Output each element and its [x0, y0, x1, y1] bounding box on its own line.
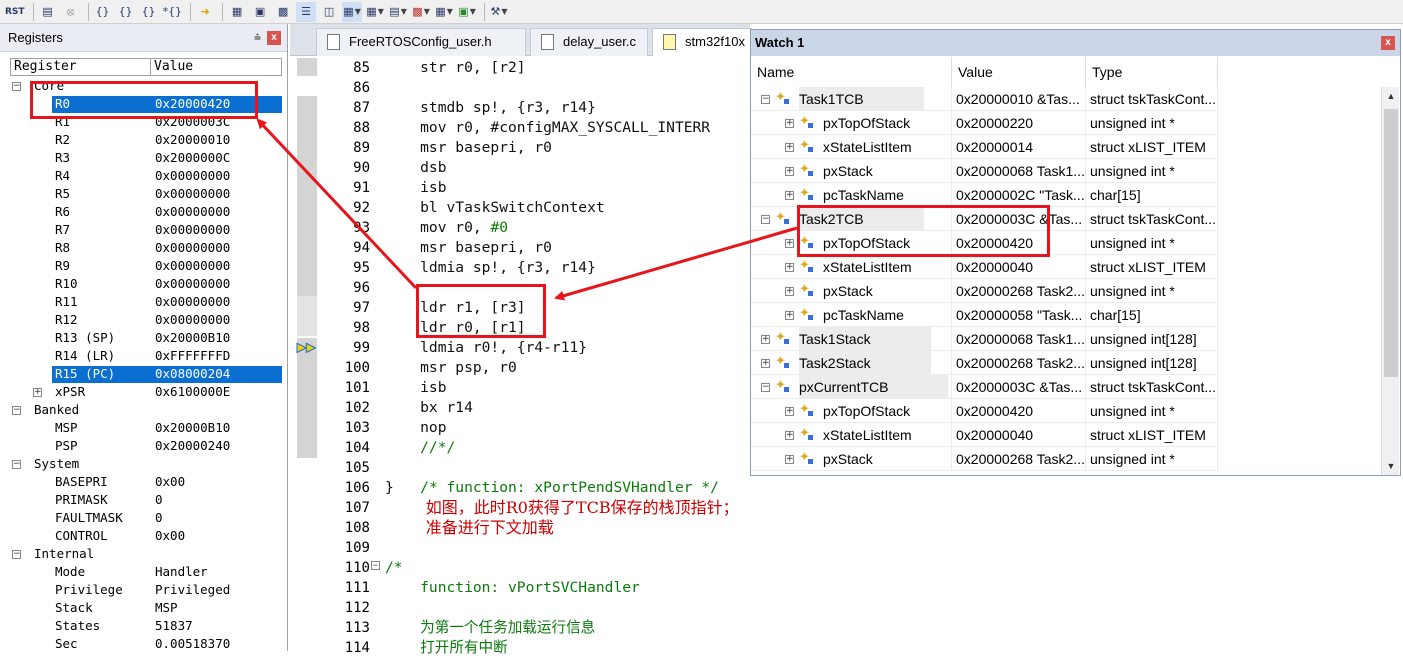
annotation-arrows — [256, 118, 798, 301]
arrow-to-r0 — [256, 118, 418, 290]
arrow-to-ldr — [554, 226, 798, 301]
